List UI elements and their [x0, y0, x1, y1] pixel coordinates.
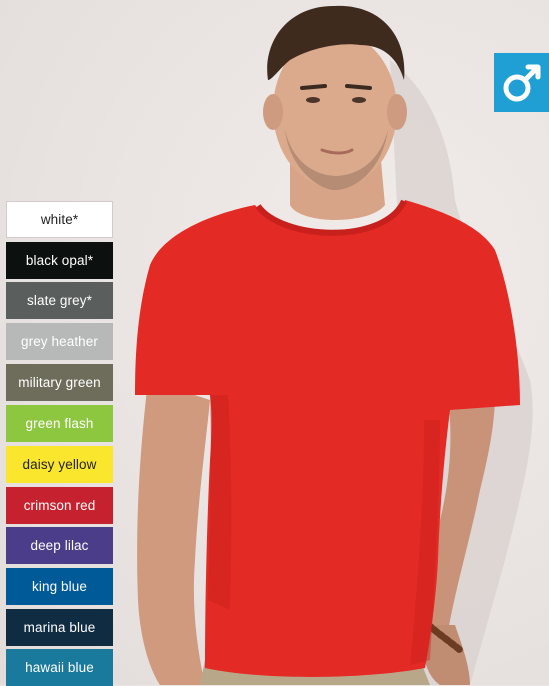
swatch-label: marina blue — [23, 620, 96, 635]
swatch-white[interactable]: white* — [6, 201, 113, 238]
male-symbol-icon — [503, 64, 541, 101]
swatch-marina-blue[interactable]: marina blue — [6, 609, 113, 646]
swatch-deep-lilac[interactable]: deep lilac — [6, 527, 113, 564]
swatch-green-flash[interactable]: green flash — [6, 405, 113, 442]
swatch-label: green flash — [25, 416, 94, 431]
swatch-black-opal[interactable]: black opal* — [6, 242, 113, 279]
swatch-king-blue[interactable]: king blue — [6, 568, 113, 605]
swatch-label: king blue — [32, 579, 87, 594]
swatch-hawaii-blue[interactable]: hawaii blue — [6, 649, 113, 686]
swatch-label: daisy yellow — [22, 457, 97, 472]
swatch-label: military green — [18, 375, 101, 390]
swatch-label: deep lilac — [30, 538, 89, 553]
swatch-label: grey heather — [21, 334, 98, 349]
swatch-daisy-yellow[interactable]: daisy yellow — [6, 446, 113, 483]
swatch-slate-grey[interactable]: slate grey* — [6, 282, 113, 319]
swatch-label: slate grey* — [27, 293, 92, 308]
left-arm — [137, 380, 210, 685]
swatch-label: hawaii blue — [25, 660, 94, 675]
swatch-grey-heather[interactable]: grey heather — [6, 323, 113, 360]
male-gender-badge — [494, 53, 549, 112]
swatch-label: black opal* — [25, 253, 94, 268]
swatch-label: crimson red — [23, 498, 96, 513]
swatch-military-green[interactable]: military green — [6, 364, 113, 401]
swatch-crimson-red[interactable]: crimson red — [6, 487, 113, 524]
swatch-label: white* — [40, 212, 79, 227]
